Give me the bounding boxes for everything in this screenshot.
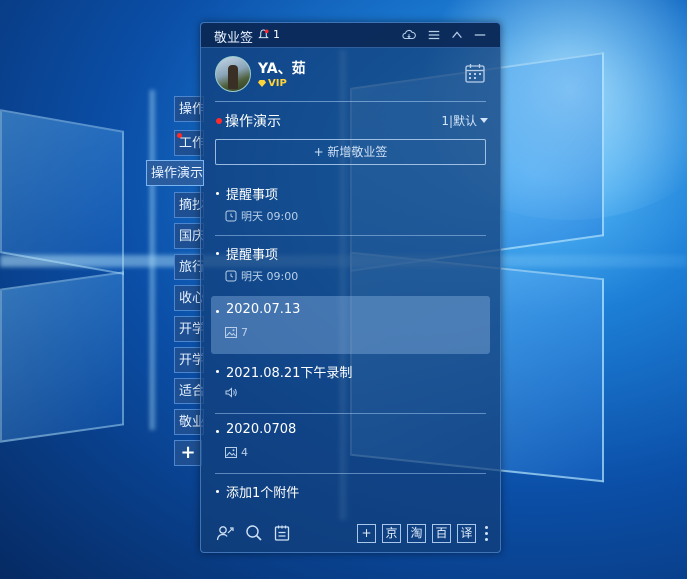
side-tab-2[interactable]: 操作演示 bbox=[146, 160, 204, 186]
note-meta-text: 明天 09:00 bbox=[241, 270, 299, 283]
baidu-shortcut-button[interactable]: 百 bbox=[432, 524, 451, 543]
new-note-button[interactable]: + 新增敬业签 bbox=[215, 139, 486, 165]
note-meta-text: 4 bbox=[241, 446, 248, 459]
image-icon bbox=[225, 447, 237, 458]
bottom-toolbar: + 京 淘 百 译 bbox=[201, 514, 500, 552]
bullet bbox=[216, 252, 219, 255]
avatar-figure bbox=[228, 65, 238, 89]
menu-icon[interactable] bbox=[427, 28, 441, 42]
avatar[interactable] bbox=[215, 56, 251, 92]
vip-badge: VIP bbox=[258, 78, 287, 89]
translate-shortcut-button[interactable]: 译 bbox=[457, 524, 476, 543]
search-icon[interactable] bbox=[245, 524, 263, 542]
note-title: 2021.08.21下午录制 bbox=[226, 366, 353, 381]
note-meta bbox=[225, 386, 242, 399]
note-item[interactable]: 添加1个附件 bbox=[211, 476, 490, 508]
notebook-icon[interactable] bbox=[273, 524, 291, 542]
bell-icon[interactable] bbox=[258, 29, 269, 40]
app-title: 敬业签 bbox=[214, 31, 254, 46]
collapse-up-icon[interactable] bbox=[450, 28, 464, 42]
note-meta: 4 bbox=[225, 446, 248, 459]
contacts-icon[interactable] bbox=[216, 524, 234, 542]
note-title: 2020.0708 bbox=[226, 422, 297, 437]
note-meta-text: 明天 09:00 bbox=[241, 210, 299, 223]
repeat-clock-icon bbox=[225, 270, 237, 282]
minimize-icon[interactable] bbox=[473, 28, 487, 42]
window-pane bbox=[0, 271, 124, 443]
side-tab-label: 操作演示 bbox=[151, 166, 204, 181]
sort-dropdown[interactable]: 1|默认 bbox=[441, 112, 488, 129]
divider bbox=[215, 235, 486, 236]
sticky-notes-panel: 敬业签 1 YA、茹 VIP 操作演示 1|默认 + 新增敬业签 提醒事项 明天… bbox=[200, 22, 501, 553]
divider bbox=[215, 473, 486, 474]
divider bbox=[215, 413, 486, 414]
caret-down-icon bbox=[480, 118, 488, 123]
note-item[interactable]: 提醒事项 明天 09:00 bbox=[211, 178, 490, 236]
bullet bbox=[216, 490, 219, 493]
bullet bbox=[216, 310, 219, 313]
note-meta: 明天 09:00 bbox=[225, 208, 298, 224]
window-pane bbox=[0, 109, 124, 275]
vip-label: VIP bbox=[268, 78, 287, 89]
note-title: 添加1个附件 bbox=[226, 486, 300, 501]
add-group-button[interactable]: + bbox=[174, 440, 202, 466]
repeat-clock-icon bbox=[225, 210, 237, 222]
note-meta: 7 bbox=[225, 326, 248, 339]
note-title: 2020.07.13 bbox=[226, 302, 301, 317]
add-shortcut-button[interactable]: + bbox=[357, 524, 376, 543]
calendar-icon[interactable] bbox=[464, 62, 486, 84]
sort-label: 1|默认 bbox=[441, 114, 477, 128]
username: YA、茹 bbox=[258, 61, 306, 77]
notification-count: 1 bbox=[273, 28, 280, 41]
note-title: 提醒事项 bbox=[226, 188, 279, 203]
jd-shortcut-button[interactable]: 京 bbox=[382, 524, 401, 543]
cloud-sync-icon[interactable] bbox=[402, 28, 416, 42]
note-item[interactable]: 提醒事项 明天 09:00 bbox=[211, 238, 490, 296]
note-meta-text: 7 bbox=[241, 326, 248, 339]
speaker-icon bbox=[225, 387, 237, 398]
note-item[interactable]: 2021.08.21下午录制 bbox=[211, 356, 490, 414]
note-item[interactable]: 2020.07.13 7 bbox=[211, 296, 490, 354]
image-icon bbox=[225, 327, 237, 338]
section-indicator-dot bbox=[216, 118, 222, 124]
bullet bbox=[216, 192, 219, 195]
divider bbox=[215, 101, 486, 102]
more-options-icon[interactable] bbox=[485, 526, 488, 544]
taobao-shortcut-button[interactable]: 淘 bbox=[407, 524, 426, 543]
section-title: 操作演示 bbox=[225, 114, 281, 130]
note-meta: 明天 09:00 bbox=[225, 268, 298, 284]
light-beam bbox=[150, 90, 156, 430]
bullet bbox=[216, 370, 219, 373]
note-item[interactable]: 2020.0708 4 bbox=[211, 416, 490, 474]
title-bar[interactable]: 敬业签 1 bbox=[201, 23, 500, 48]
note-title: 提醒事项 bbox=[226, 248, 279, 263]
diamond-icon bbox=[258, 80, 266, 87]
unread-dot bbox=[177, 133, 182, 138]
bullet bbox=[216, 430, 219, 433]
